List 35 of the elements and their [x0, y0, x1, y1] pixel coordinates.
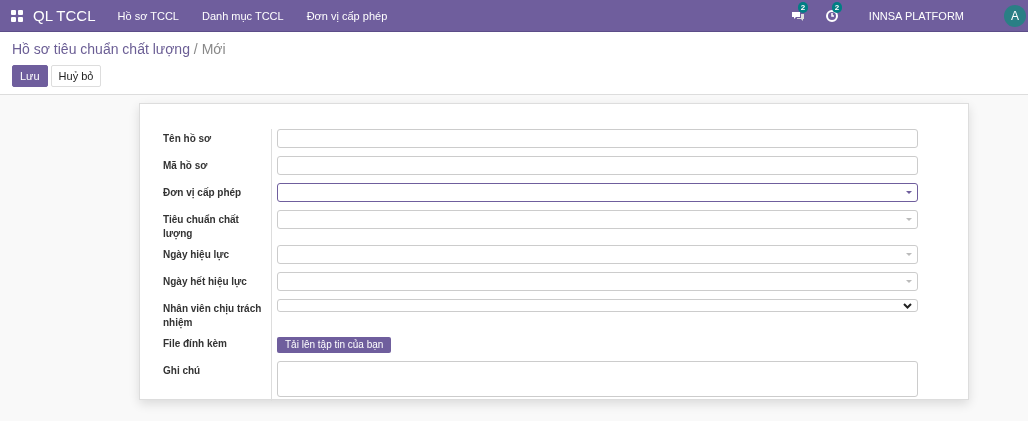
field-label: Ngày hiệu lực [163, 248, 231, 263]
menu-item[interactable]: Hồ sơ TCCL [117, 9, 179, 22]
caret-icon [906, 191, 912, 194]
notes-field[interactable] [277, 361, 918, 397]
app-title: QL TCCL [33, 7, 96, 24]
field-label: Mã hồ sơ [163, 159, 209, 173]
company-name[interactable]: INNSA PLATFORM [868, 9, 964, 22]
select-field[interactable] [277, 299, 918, 312]
message-count-badge: 2 [797, 1, 809, 13]
field-label: Tiêu chuẩn chất lượng [163, 213, 240, 241]
upload-button[interactable]: Tải lên tập tin của bạn [277, 336, 392, 353]
breadcrumb-link[interactable]: Hồ sơ tiêu chuẩn chất lượng [12, 41, 190, 57]
caret-icon [906, 218, 912, 221]
dropdown-field[interactable] [277, 183, 918, 202]
breadcrumb-separator: / [193, 41, 198, 57]
apps-menu-icon[interactable] [11, 9, 23, 22]
field-label: Ngày hết hiệu lực [163, 275, 248, 290]
chevron-icon [903, 302, 912, 309]
menu-item[interactable]: Danh mục TCCL [201, 9, 284, 22]
field-label: Tên hồ sơ [163, 132, 213, 146]
caret-icon [906, 280, 912, 283]
user-avatar[interactable]: A [1004, 4, 1026, 27]
menu-item[interactable]: Đơn vị cấp phép [306, 9, 388, 22]
clock-icon[interactable] [824, 8, 839, 23]
discard-button[interactable]: Huỷ bỏ [50, 65, 102, 87]
activity-count-badge: 2 [831, 1, 843, 13]
field-label: File đính kèm [163, 337, 228, 351]
breadcrumb-current: Mới [201, 41, 226, 57]
field-label: Ghi chú [163, 364, 202, 378]
text-field[interactable] [277, 156, 918, 175]
field-label: Đơn vị cấp phép [163, 186, 243, 201]
caret-icon [906, 253, 912, 256]
save-button[interactable]: Lưu [12, 65, 48, 87]
text-field[interactable] [277, 129, 918, 148]
field-label: Nhân viên chịu trách nhiệm [163, 302, 263, 330]
